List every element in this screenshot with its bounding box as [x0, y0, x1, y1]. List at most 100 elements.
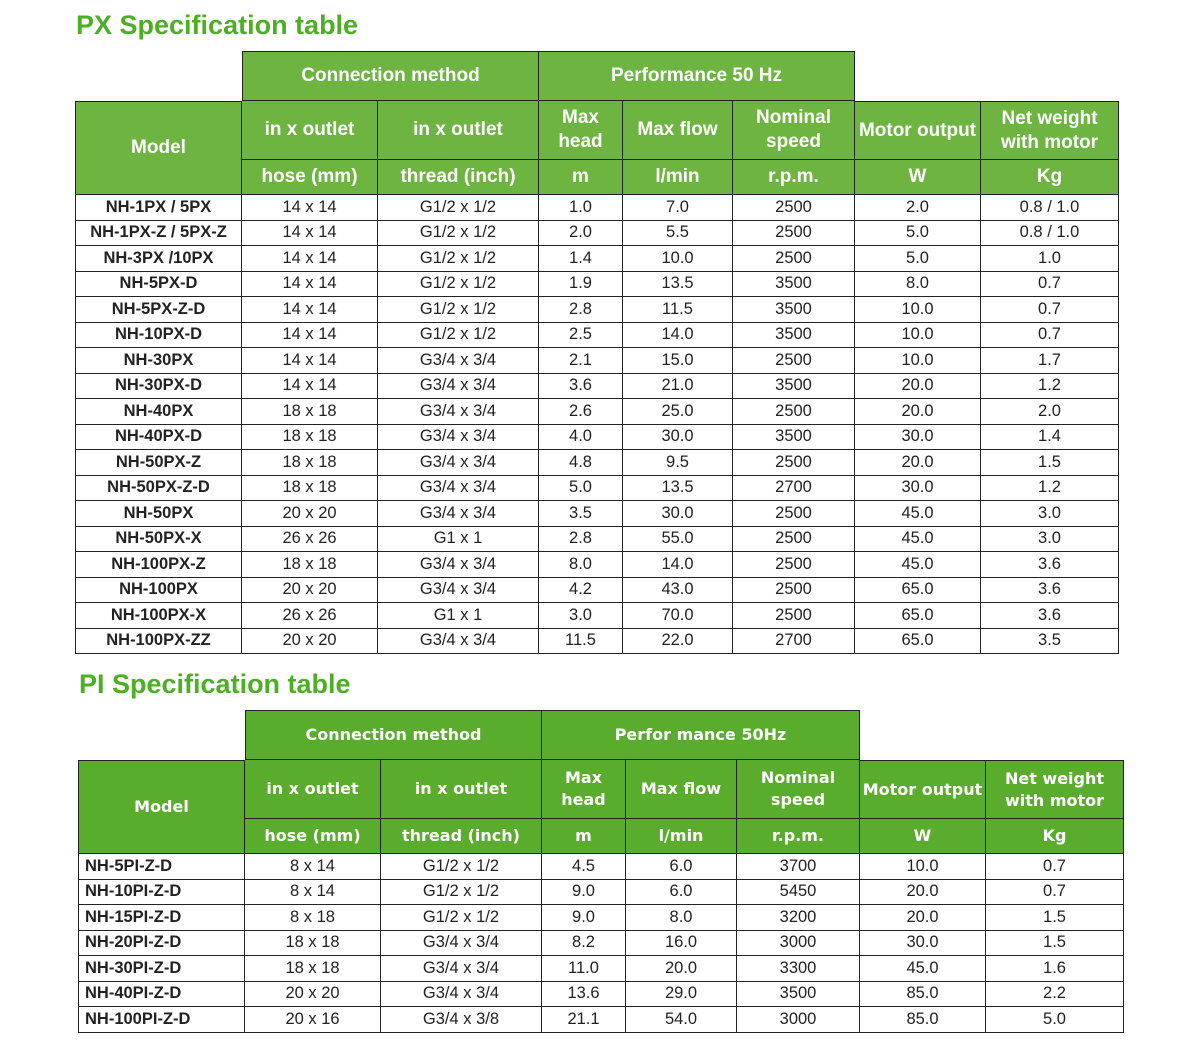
- model-cell: NH-40PX-D: [75, 424, 242, 450]
- table-cell: 2.6: [539, 399, 623, 425]
- table-cell: 85.0: [860, 1007, 986, 1033]
- model-cell: NH-30PX: [75, 348, 242, 374]
- table-cell: 13.5: [623, 271, 733, 297]
- table-cell: 20 x 20: [245, 981, 381, 1007]
- table-cell: G3/4 x 3/4: [378, 348, 539, 374]
- model-cell: NH-50PX-X: [75, 526, 242, 552]
- table-cell: 1.2: [981, 475, 1119, 501]
- table-cell: 5.0: [855, 246, 981, 272]
- table-cell: 2700: [733, 628, 855, 654]
- table-cell: 14 x 14: [242, 271, 378, 297]
- table-cell: 3.0: [539, 603, 623, 629]
- table-cell: 2500: [733, 577, 855, 603]
- model-cell: NH-20PI-Z-D: [78, 930, 245, 956]
- table-cell: 2500: [733, 552, 855, 578]
- table-cell: 20.0: [855, 450, 981, 476]
- table-cell: 4.8: [539, 450, 623, 476]
- model-cell: NH-100PX-ZZ: [75, 628, 242, 654]
- table-cell: 4.2: [539, 577, 623, 603]
- column-header: Nominal speed: [737, 760, 860, 819]
- table-cell: 5.5: [623, 220, 733, 246]
- table-cell: 2.5: [539, 322, 623, 348]
- table-cell: G3/4 x 3/4: [378, 628, 539, 654]
- column-unit: Kg: [986, 819, 1124, 854]
- table-cell: 3.0: [981, 526, 1119, 552]
- header-spacer: [78, 710, 245, 760]
- column-unit: hose (mm): [245, 819, 381, 854]
- table-cell: 8 x 18: [245, 905, 381, 931]
- table-cell: 3200: [737, 905, 860, 931]
- model-cell: NH-5PI-Z-D: [78, 854, 245, 880]
- table-cell: 3500: [737, 981, 860, 1007]
- model-cell: NH-100PX-Z: [75, 552, 242, 578]
- table-cell: 1.4: [539, 246, 623, 272]
- table-cell: 1.9: [539, 271, 623, 297]
- table-cell: 55.0: [623, 526, 733, 552]
- group-header-connection: Connection method: [242, 51, 539, 101]
- model-cell: NH-100PX-X: [75, 603, 242, 629]
- column-unit: l/min: [626, 819, 737, 854]
- table-cell: 18 x 18: [245, 956, 381, 982]
- table-cell: 2500: [733, 195, 855, 221]
- model-cell: NH-40PX: [75, 399, 242, 425]
- column-unit: m: [542, 819, 626, 854]
- table-cell: G3/4 x 3/4: [381, 981, 542, 1007]
- table-cell: 2500: [733, 450, 855, 476]
- table-cell: 2.0: [855, 195, 981, 221]
- table-cell: 2.1: [539, 348, 623, 374]
- table-cell: 9.0: [542, 879, 626, 905]
- table-cell: 20 x 20: [242, 501, 378, 527]
- model-cell: NH-1PX-Z / 5PX-Z: [75, 220, 242, 246]
- column-header: Net weight with motor: [981, 101, 1119, 160]
- table-cell: 5.0: [539, 475, 623, 501]
- table-cell: G3/4 x 3/4: [378, 501, 539, 527]
- table-cell: 14 x 14: [242, 246, 378, 272]
- table-cell: 7.0: [623, 195, 733, 221]
- table-cell: 1.0: [981, 246, 1119, 272]
- group-header-performance: Perfor mance 50Hz: [542, 710, 860, 760]
- table-cell: 3000: [737, 1007, 860, 1033]
- table-cell: 20 x 16: [245, 1007, 381, 1033]
- pi-table-title: PI Specification table: [79, 669, 351, 699]
- table-cell: 70.0: [623, 603, 733, 629]
- table-cell: 20.0: [860, 879, 986, 905]
- model-cell: NH-100PX: [75, 577, 242, 603]
- table-cell: 5450: [737, 879, 860, 905]
- table-cell: 2.8: [539, 526, 623, 552]
- column-header: in x outlet: [378, 101, 539, 160]
- column-header: Max head: [542, 760, 626, 819]
- table-cell: 3500: [733, 322, 855, 348]
- table-cell: 5.0: [986, 1007, 1124, 1033]
- model-cell: NH-50PX-Z-D: [75, 475, 242, 501]
- table-cell: 8.0: [539, 552, 623, 578]
- model-cell: NH-1PX / 5PX: [75, 195, 242, 221]
- table-cell: 20.0: [626, 956, 737, 982]
- table-cell: 2500: [733, 399, 855, 425]
- column-header: Net weight with motor: [986, 760, 1124, 819]
- group-header-connection: Connection method: [245, 710, 542, 760]
- table-cell: 3500: [733, 373, 855, 399]
- table-cell: G3/4 x 3/4: [378, 552, 539, 578]
- table-cell: 45.0: [855, 501, 981, 527]
- table-cell: 10.0: [855, 322, 981, 348]
- column-header: Max head: [539, 101, 623, 160]
- column-unit: m: [539, 160, 623, 195]
- table-cell: 2700: [733, 475, 855, 501]
- table-cell: 2.8: [539, 297, 623, 323]
- table-cell: 10.0: [860, 854, 986, 880]
- table-cell: G1/2 x 1/2: [378, 271, 539, 297]
- table-cell: 0.8 / 1.0: [981, 220, 1119, 246]
- table-cell: 2500: [733, 220, 855, 246]
- table-cell: 30.0: [623, 501, 733, 527]
- table-cell: 1.0: [539, 195, 623, 221]
- table-cell: 8.0: [855, 271, 981, 297]
- table-cell: 1.7: [981, 348, 1119, 374]
- table-cell: 3700: [737, 854, 860, 880]
- table-cell: 3.6: [981, 603, 1119, 629]
- column-header: Nominal speed: [733, 101, 855, 160]
- model-cell: NH-50PX-Z: [75, 450, 242, 476]
- table-cell: 3.6: [981, 577, 1119, 603]
- table-cell: 4.0: [539, 424, 623, 450]
- model-cell: NH-10PI-Z-D: [78, 879, 245, 905]
- table-cell: 5.0: [855, 220, 981, 246]
